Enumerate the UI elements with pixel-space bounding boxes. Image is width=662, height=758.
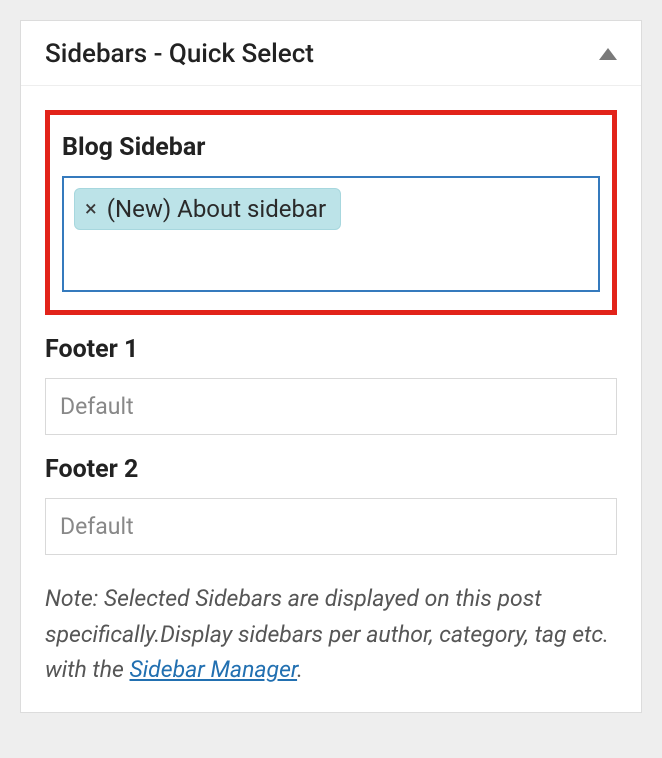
note-after: . — [297, 656, 303, 683]
sidebars-quick-select-metabox: Sidebars - Quick Select Blog Sidebar × (… — [20, 20, 642, 713]
sidebar-manager-link[interactable]: Sidebar Manager — [130, 656, 298, 683]
footer2-input[interactable]: Default — [45, 498, 617, 555]
tag-remove-icon[interactable]: × — [85, 197, 97, 222]
footer2-section: Footer 2 Default — [45, 455, 617, 555]
footer1-input[interactable]: Default — [45, 378, 617, 435]
metabox-body: Blog Sidebar × (New) About sidebar Foote… — [21, 110, 641, 712]
footer1-label: Footer 1 — [45, 335, 617, 364]
metabox-header[interactable]: Sidebars - Quick Select — [21, 21, 641, 86]
metabox-title: Sidebars - Quick Select — [45, 39, 314, 69]
footer2-label: Footer 2 — [45, 455, 617, 484]
blog-sidebar-label: Blog Sidebar — [62, 133, 600, 162]
blog-sidebar-tag: × (New) About sidebar — [74, 188, 341, 230]
note-text: Note: Selected Sidebars are displayed on… — [45, 581, 617, 688]
tag-text: (New) About sidebar — [107, 195, 326, 223]
footer1-section: Footer 1 Default — [45, 335, 617, 435]
blog-sidebar-highlight: Blog Sidebar × (New) About sidebar — [45, 110, 617, 315]
blog-sidebar-tag-input[interactable]: × (New) About sidebar — [62, 176, 600, 292]
collapse-up-icon[interactable] — [599, 48, 617, 60]
